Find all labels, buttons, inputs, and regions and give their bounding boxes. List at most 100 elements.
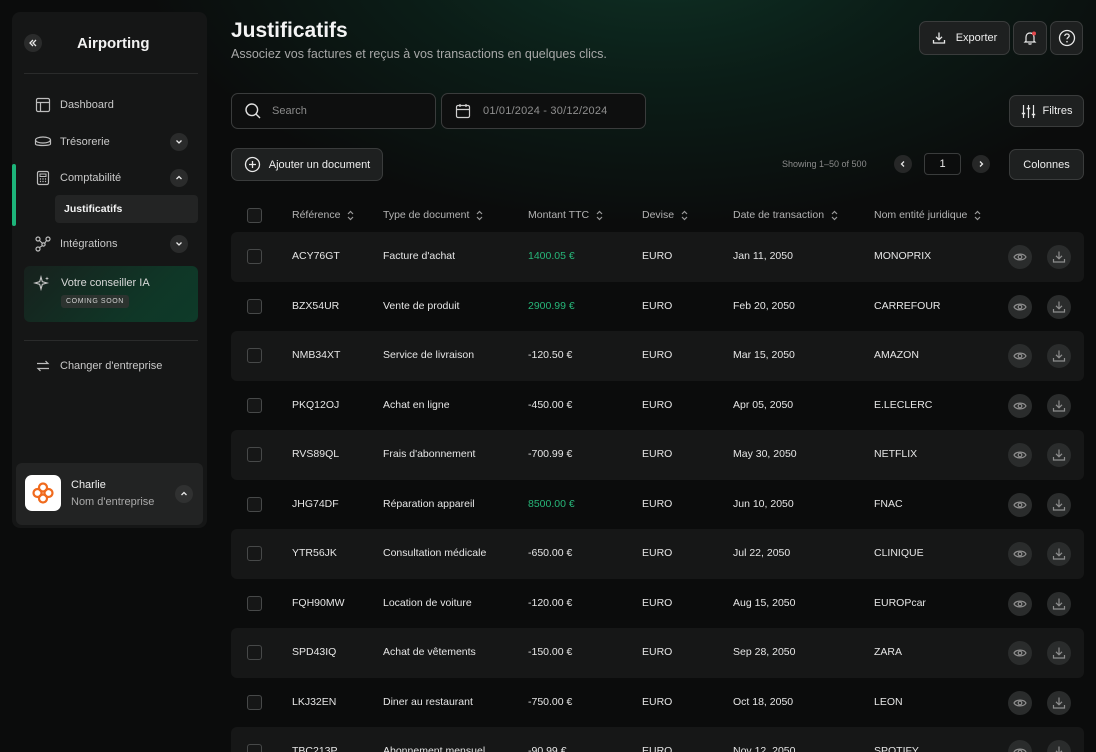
ai-advisor-card[interactable]: Votre conseiller IA COMING SOON [24, 266, 198, 322]
view-button[interactable] [1008, 344, 1032, 368]
view-button[interactable] [1008, 443, 1032, 467]
row-checkbox[interactable] [247, 298, 262, 314]
search-icon [245, 103, 261, 119]
download-button[interactable] [1047, 294, 1071, 319]
sidebar-item-integrations[interactable]: Intégrations [24, 230, 198, 258]
sidebar-item-dashboard[interactable]: Dashboard [24, 91, 198, 119]
cell-currency: EURO [642, 596, 673, 609]
chevron-down-icon[interactable] [170, 133, 188, 151]
sort-icon [681, 210, 688, 221]
row-checkbox[interactable] [247, 546, 262, 561]
add-document-button[interactable]: Ajouter un document [231, 148, 383, 181]
column-header-reference[interactable]: Référence [292, 209, 354, 221]
download-button[interactable] [1047, 641, 1071, 665]
download-button[interactable] [1047, 393, 1071, 418]
help-button[interactable] [1050, 21, 1083, 55]
download-icon [1052, 300, 1066, 314]
row-checkbox[interactable] [247, 645, 262, 660]
notifications-button[interactable] [1013, 21, 1047, 55]
table-row[interactable]: JHG74DF Réparation appareil 8500.00 € EURO J… [231, 480, 1084, 530]
view-button[interactable] [1008, 492, 1032, 517]
download-button[interactable] [1047, 245, 1071, 269]
download-button[interactable] [1047, 740, 1071, 752]
eye-icon [1013, 399, 1027, 413]
row-checkbox[interactable] [247, 397, 262, 413]
download-icon [1052, 597, 1066, 611]
next-page-button[interactable] [972, 155, 990, 173]
view-button[interactable] [1008, 294, 1032, 319]
view-button[interactable] [1008, 245, 1032, 269]
switch-company-button[interactable]: Changer d'entreprise [24, 352, 198, 380]
view-button[interactable] [1008, 641, 1032, 665]
column-label: Date de transaction [733, 209, 825, 221]
table-row[interactable]: LKJ32EN Diner au restaurant -750.00 € EURO O… [231, 678, 1084, 728]
column-header-currency[interactable]: Devise [642, 209, 688, 221]
date-range-picker[interactable]: 01/01/2024 - 30/12/2024 [441, 93, 646, 129]
view-button[interactable] [1008, 740, 1032, 752]
cell-currency: EURO [642, 398, 673, 411]
table-row[interactable]: YTR56JK Consultation médicale -650.00 € EUR… [231, 529, 1084, 579]
table-row[interactable]: FQH90MW Location de voiture -120.00 € EURO A… [231, 579, 1084, 629]
table-header: Référence Type de document Montant TTC D… [231, 200, 1084, 232]
row-checkbox[interactable] [247, 694, 262, 710]
coming-soon-badge: COMING SOON [61, 295, 129, 308]
download-button[interactable] [1047, 443, 1071, 467]
table-row[interactable]: PKQ12OJ Achat en ligne -450.00 € EURO Apr 05… [231, 381, 1084, 431]
collapse-sidebar-button[interactable] [24, 34, 42, 52]
export-button[interactable]: Exporter [919, 21, 1010, 55]
cell-date: Feb 20, 2050 [733, 299, 795, 312]
column-header-type[interactable]: Type de document [383, 209, 483, 221]
user-company: Nom d'entreprise [71, 496, 155, 508]
filters-label: Filtres [1042, 105, 1073, 117]
table-row[interactable]: ACY76GT Facture d'achat 1400.05 € EURO Jan 1… [231, 232, 1084, 282]
active-indicator [12, 164, 16, 226]
cell-amount: 2900.99 € [528, 299, 575, 312]
calculator-icon [33, 168, 53, 188]
download-button[interactable] [1047, 344, 1071, 368]
view-button[interactable] [1008, 591, 1032, 616]
chevron-left-icon [900, 161, 905, 167]
sidebar-item-comptabilite[interactable]: Comptabilité [24, 164, 198, 192]
previous-page-button[interactable] [894, 155, 912, 173]
table-row[interactable]: NMB34XT Service de livraison -120.50 € EURO… [231, 331, 1084, 381]
row-checkbox[interactable] [247, 744, 262, 752]
download-button[interactable] [1047, 542, 1071, 566]
row-checkbox[interactable] [247, 447, 262, 462]
chevron-up-icon[interactable] [170, 169, 188, 187]
sidebar-subitem-justificatifs[interactable]: Justificatifs [55, 195, 198, 223]
table-row[interactable]: RVS89QL Frais d'abonnement -700.99 € EURO Ma… [231, 430, 1084, 480]
column-header-date[interactable]: Date de transaction [733, 209, 838, 221]
chevron-up-icon[interactable] [175, 485, 193, 503]
search-input[interactable] [272, 105, 422, 117]
chevron-down-icon[interactable] [170, 235, 188, 253]
search-field[interactable] [231, 93, 436, 129]
view-button[interactable] [1008, 393, 1032, 418]
eye-icon [1013, 745, 1027, 752]
eye-icon [1013, 547, 1027, 561]
download-button[interactable] [1047, 492, 1071, 517]
sort-icon [831, 210, 838, 221]
table-row[interactable]: SPD43IQ Achat de vêtements -150.00 € EURO Se… [231, 628, 1084, 678]
column-header-entity[interactable]: Nom entité juridique [874, 209, 981, 221]
table-body: ACY76GT Facture d'achat 1400.05 € EURO Jan 1… [231, 232, 1084, 752]
filters-button[interactable]: Filtres [1009, 95, 1084, 127]
view-button[interactable] [1008, 690, 1032, 715]
row-checkbox[interactable] [247, 249, 262, 264]
sidebar-item-tresorerie[interactable]: Trésorerie [24, 128, 198, 156]
row-checkbox[interactable] [247, 348, 262, 363]
table-row[interactable]: TBC213P Abonnement mensuel -90.99 € EURO Nov… [231, 727, 1084, 752]
select-all-checkbox[interactable] [247, 208, 262, 223]
date-range-text: 01/01/2024 - 30/12/2024 [483, 105, 608, 117]
row-checkbox[interactable] [247, 496, 262, 512]
download-button[interactable] [1047, 690, 1071, 715]
user-card[interactable]: Charlie Nom d'entreprise [16, 463, 203, 525]
download-icon [1052, 745, 1066, 752]
page-number-input[interactable]: 1 [924, 153, 961, 175]
column-header-amount[interactable]: Montant TTC [528, 209, 603, 221]
view-button[interactable] [1008, 542, 1032, 566]
column-label: Référence [292, 209, 341, 221]
download-button[interactable] [1047, 591, 1071, 616]
row-checkbox[interactable] [247, 595, 262, 611]
table-row[interactable]: BZX54UR Vente de produit 2900.99 € EURO Feb … [231, 282, 1084, 332]
columns-button[interactable]: Colonnes [1009, 149, 1084, 180]
